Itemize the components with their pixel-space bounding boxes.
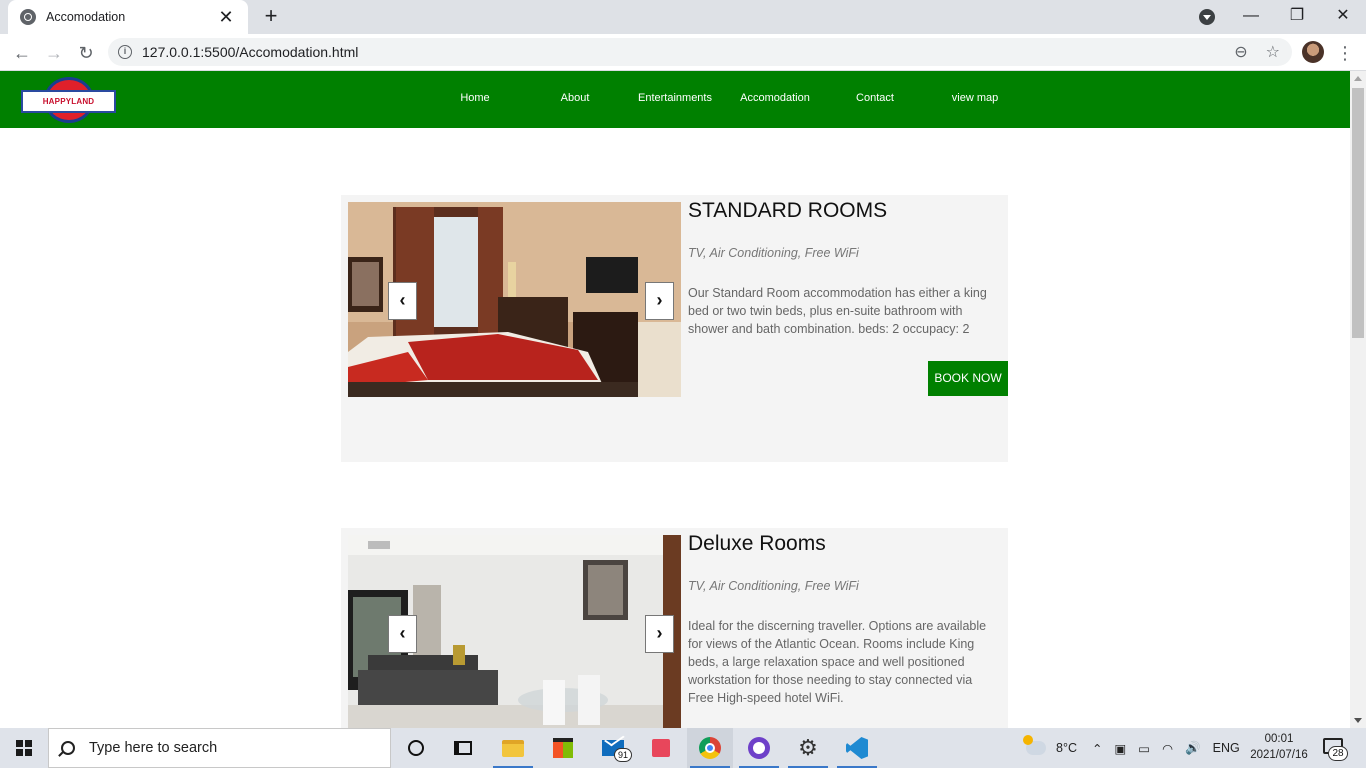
temperature: 8°C [1056,741,1077,755]
cortana-icon [408,740,424,756]
room-photo-carousel: ‹ › [348,535,681,728]
nav-about[interactable]: About [525,71,625,128]
room-description: Ideal for the discerning traveller. Opti… [688,619,987,705]
room-title: STANDARD ROOMS [688,199,888,222]
vscode-icon [846,737,868,759]
room-amenities: TV, Air Conditioning, Free WiFi [688,246,859,260]
book-now-button[interactable]: BOOK NOW [928,361,1008,396]
chevron-up-icon[interactable]: ⌃ [1092,741,1102,756]
carousel-prev-button[interactable]: ‹ [388,615,417,653]
chrome-button[interactable] [687,728,733,768]
browser-toolbar: ← → ↻ i 127.0.0.1:5500/Accomodation.html… [0,34,1366,71]
nav-entertainments[interactable]: Entertainments [625,71,725,128]
restore-button[interactable]: ❐ [1274,0,1320,32]
tab-search-icon[interactable] [1199,9,1215,25]
nav-view-map[interactable]: view map [925,71,1025,128]
browser-tab[interactable]: Accomodation ✕ [8,0,248,34]
scroll-down-arrow-icon[interactable] [1354,718,1362,723]
mail-button[interactable]: 91 [590,728,636,768]
vscode-button[interactable] [834,728,880,768]
room-amenities: TV, Air Conditioning, Free WiFi [688,579,859,593]
wifi-icon[interactable]: ◠ [1162,741,1173,756]
clock-time: 00:01 [1264,733,1294,745]
profile-avatar[interactable] [1302,41,1324,63]
forward-arrow-icon[interactable]: → [40,39,68,67]
new-tab-button[interactable]: + [258,4,284,30]
tab-title: Accomodation [46,10,126,24]
logo-text: HAPPYLAND [42,97,95,106]
task-view-button[interactable] [440,728,486,768]
file-explorer-button[interactable] [490,728,536,768]
settings-button[interactable]: ⚙ [785,728,831,768]
mail-badge: 91 [614,748,632,762]
page-scrollbar[interactable] [1350,71,1366,728]
tab-close-icon[interactable]: ✕ [216,7,236,27]
notification-badge: 28 [1328,746,1348,761]
volume-icon[interactable]: 🔊 [1185,741,1201,756]
start-button[interactable] [0,728,48,768]
nav-accomodation[interactable]: Accomodation [725,71,825,128]
room-title: Deluxe Rooms [688,532,826,555]
weather-widget[interactable]: 8°C [1023,728,1077,768]
carousel-next-button[interactable]: › [645,282,674,320]
carousel-next-button[interactable]: › [645,615,674,653]
gear-icon: ⚙ [798,735,818,760]
carousel-prev-button[interactable]: ‹ [388,282,417,320]
scroll-thumb[interactable] [1352,88,1364,338]
task-view-icon [454,741,472,755]
chrome-icon [699,737,721,759]
globe-icon [20,9,36,25]
browser-tabstrip: Accomodation ✕ + — ❐ ✕ [0,0,1366,34]
nav-contact[interactable]: Contact [825,71,925,128]
folder-icon [502,739,524,757]
github-desktop-button[interactable] [736,728,782,768]
gift-app-button[interactable] [638,728,684,768]
url-text[interactable]: 127.0.0.1:5500/Accomodation.html [142,44,1234,60]
github-icon [748,737,770,759]
nav-links: Home About Entertainments Accomodation C… [425,71,1025,128]
happyland-logo[interactable]: HAPPYLAND [21,77,116,123]
room-card-deluxe: ‹ › Deluxe Rooms TV, Air Conditioning, F… [341,528,1008,728]
battery-icon[interactable]: ▭ [1138,741,1150,756]
system-tray: ⌃ ▣ ▭ ◠ 🔊 ENG [1092,728,1240,768]
store-button[interactable] [540,728,586,768]
windows-taskbar: Type here to search 91 ⚙ 8°C ⌃ ▣ ▭ ◠ 🔊 E… [0,728,1366,768]
taskbar-search[interactable]: Type here to search [48,728,391,768]
close-window-button[interactable]: ✕ [1320,0,1366,32]
browser-menu-icon[interactable]: ⋮ [1336,39,1354,67]
taskbar-search-placeholder: Type here to search [89,740,218,756]
bookmark-star-icon[interactable]: ☆ [1266,42,1280,62]
language-indicator[interactable]: ENG [1213,741,1240,755]
clock-date: 2021/07/16 [1250,749,1308,761]
nav-home[interactable]: Home [425,71,525,128]
gift-icon [652,739,670,757]
tray-app-icon[interactable]: ▣ [1114,741,1126,756]
info-icon[interactable]: i [118,45,132,59]
minimize-button[interactable]: — [1228,0,1274,32]
search-icon [61,741,75,755]
zoom-icon[interactable]: ⊖ [1234,42,1247,62]
room-card-standard: ‹ › STANDARD ROOMS TV, Air Conditioning,… [341,195,1008,462]
weather-icon [1023,735,1046,755]
room-description: Our Standard Room accommodation has eith… [688,286,987,336]
address-bar[interactable]: i 127.0.0.1:5500/Accomodation.html ⊖ ☆ [108,38,1292,66]
taskbar-clock[interactable]: 00:01 2021/07/16 [1240,731,1318,763]
site-navbar: HAPPYLAND Home About Entertainments Acco… [0,71,1350,128]
store-icon [553,738,573,758]
room-photo-carousel: ‹ › [348,202,681,397]
back-arrow-icon[interactable]: ← [8,39,36,67]
logo-plate: HAPPYLAND [21,90,116,113]
page-viewport: HAPPYLAND Home About Entertainments Acco… [0,71,1350,728]
cortana-button[interactable] [393,728,439,768]
reload-icon[interactable]: ↻ [72,39,100,67]
scroll-up-arrow-icon[interactable] [1354,76,1362,81]
windows-logo-icon [16,740,32,756]
